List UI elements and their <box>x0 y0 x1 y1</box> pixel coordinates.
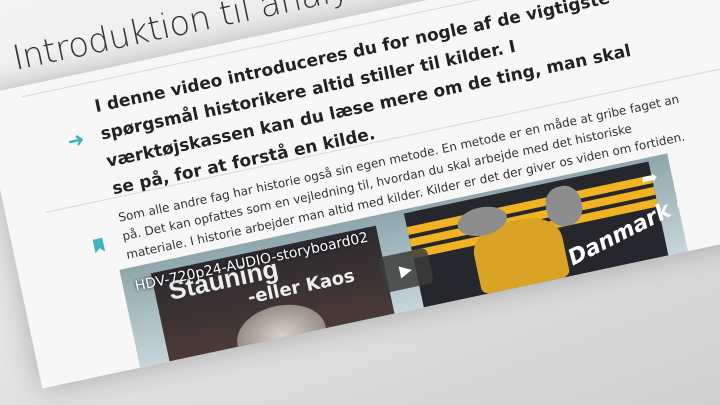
play-icon: ▶ <box>397 259 414 281</box>
bookmark-icon <box>93 238 106 254</box>
share-icon[interactable]: ➦ <box>639 164 660 191</box>
content-page: Introduktion til analysemetode ➜ I denne… <box>0 0 720 389</box>
portrait <box>231 296 332 368</box>
arrow-right-icon: ➜ <box>65 126 87 154</box>
